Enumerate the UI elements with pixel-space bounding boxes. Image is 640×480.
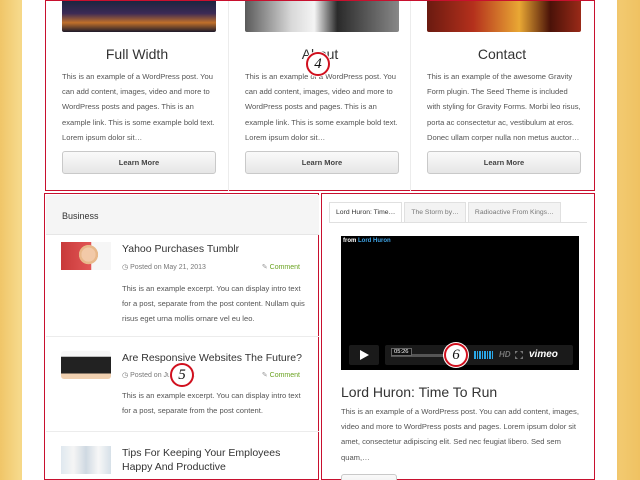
play-icon [359,350,369,360]
post-title[interactable]: Are Responsive Websites The Future? [122,351,312,365]
callout-marker-6: 6 [444,343,468,367]
read-more-button[interactable] [341,474,397,480]
post-thumbnail[interactable] [61,351,111,379]
clock-icon: ◷ [122,372,129,379]
post-divider [46,336,319,337]
comment-link[interactable]: ✎ Comment [262,371,300,379]
feature-image-about[interactable] [245,1,399,32]
play-button[interactable] [349,345,379,365]
post-divider [46,431,319,432]
fullscreen-icon[interactable] [515,351,523,359]
tab-lord-huron[interactable]: Lord Huron: Time… [329,202,403,222]
tab-the-storm[interactable]: The Storm by… [404,202,466,222]
comment-icon: ✎ [261,264,268,271]
feature-text: This is an example of the awesome Gravit… [427,72,581,142]
business-widget: Business Yahoo Purchases Tumblr ◷ Posted… [44,193,319,480]
post-date: ◷ Posted on May 21, 2013 [122,264,206,271]
post-title[interactable]: Yahoo Purchases Tumblr [122,242,312,256]
post-thumbnail[interactable] [61,446,111,474]
learn-more-button[interactable]: Learn More [62,151,216,174]
post-title[interactable]: Tips For Keeping Your Employees Happy An… [122,446,312,474]
hd-toggle[interactable]: HD [499,350,511,359]
widget-title: Business [62,211,99,221]
tab-radioactive[interactable]: Radioactive From Kings… [467,202,561,222]
widget-header: Business [46,195,319,235]
learn-more-button[interactable]: Learn More [245,151,399,174]
video-widget: Lord Huron: Time… The Storm by… Radioact… [321,193,595,480]
callout-marker-4: 4 [306,52,330,76]
feature-title[interactable]: Full Width [46,46,228,62]
comment-icon: ✎ [261,372,268,379]
video-description: This is an example of a WordPress post. … [341,407,579,462]
video-title[interactable]: Lord Huron: Time To Run [341,384,497,400]
feature-text: This is an example of a WordPress post. … [62,72,215,142]
feature-text: This is an example of a WordPress post. … [245,72,398,142]
learn-more-button[interactable]: Learn More [427,151,581,174]
tab-underline [329,222,587,223]
feature-column-contact: Contact This is an example of the awesom… [411,1,593,191]
comment-link[interactable]: ✎ Comment [262,263,300,271]
feature-image-full-width[interactable] [62,1,216,32]
clock-icon: ◷ [122,264,129,271]
feature-column-full-width: Full Width This is an example of a WordP… [46,1,228,191]
video-author-link[interactable]: Lord Huron [358,238,391,244]
video-controls: 05:26 HD vimeo [385,345,573,365]
feature-column-about: About This is an example of a WordPress … [229,1,411,191]
callout-marker-5: 5 [170,363,194,387]
post-thumbnail[interactable] [61,242,111,270]
feature-image-contact[interactable] [427,1,581,32]
vimeo-logo[interactable]: vimeo [529,349,558,360]
post-excerpt: This is an example excerpt. You can disp… [122,391,301,415]
video-timecode: 05:26 [391,348,412,356]
feature-title[interactable]: Contact [411,46,593,62]
post-excerpt: This is an example excerpt. You can disp… [122,284,305,323]
volume-control[interactable] [474,351,493,359]
featured-pages-section: Full Width This is an example of a WordP… [45,0,595,191]
video-tabs: Lord Huron: Time… The Storm by… Radioact… [329,202,563,222]
video-source-label: from Lord Huron [343,238,391,244]
